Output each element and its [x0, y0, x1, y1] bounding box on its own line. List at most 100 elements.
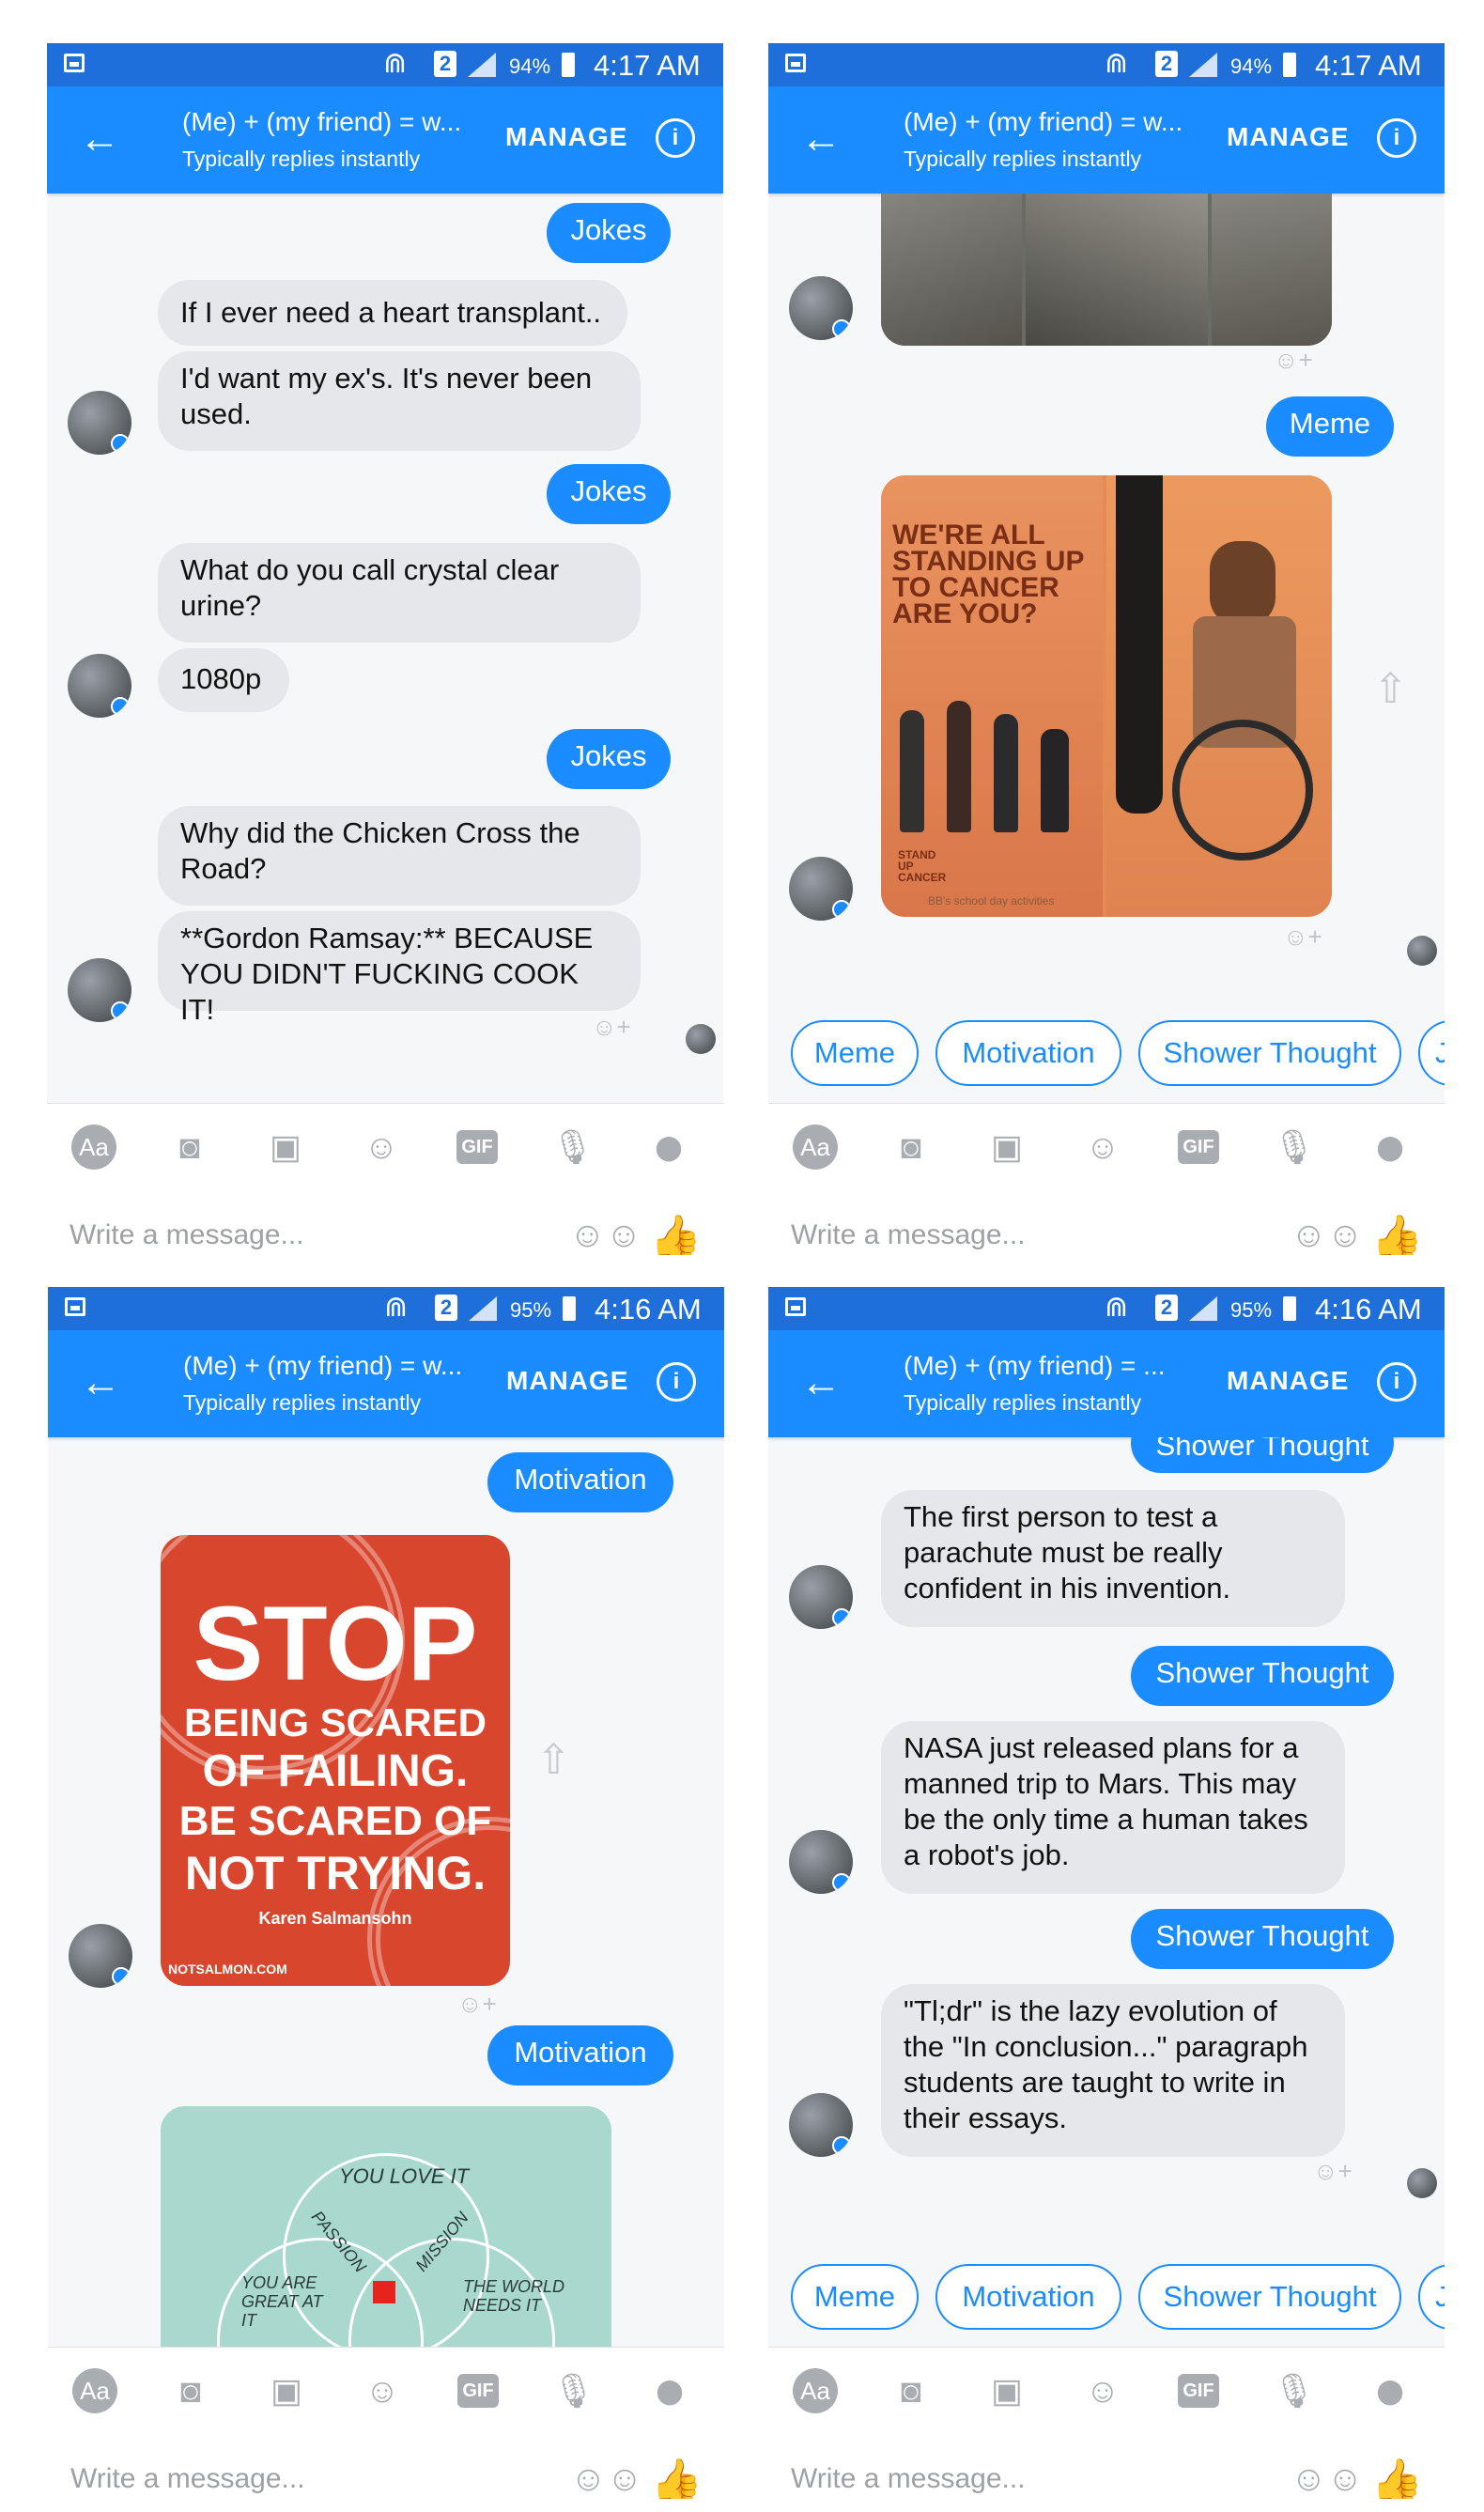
like-icon[interactable]: 👍 — [1371, 1212, 1423, 1255]
sticker-icon[interactable]: ☺☺ — [1291, 1216, 1364, 1255]
friend-avatar[interactable] — [789, 1830, 853, 1894]
emoji-icon[interactable]: ☺ — [1080, 2368, 1125, 2413]
gallery-icon[interactable]: ▣ — [984, 2368, 1029, 2413]
message-list[interactable]: Shower Thought The first person to test … — [768, 1437, 1445, 2253]
back-arrow-icon[interactable]: ← — [800, 118, 842, 160]
sticker-icon[interactable]: ☺☺ — [569, 1216, 642, 1255]
friend-avatar[interactable] — [68, 391, 131, 455]
received-message[interactable]: **Gordon Ramsay:** BECAUSE YOU DIDN'T FU… — [158, 911, 641, 1026]
quick-reply-shower-thought[interactable]: Shower Thought — [1138, 2264, 1401, 2330]
friend-avatar[interactable] — [69, 1924, 132, 1988]
gif-icon[interactable]: GIF — [457, 2374, 499, 2408]
camera-icon[interactable]: ◙ — [168, 2368, 213, 2413]
conversation-title[interactable]: (Me) + (my friend) = w... — [182, 107, 461, 137]
message-list[interactable]: Motivation STOP BEING SCARED OF FAILING.… — [48, 1437, 724, 2347]
sticker-icon[interactable]: ☺☺ — [570, 2459, 643, 2499]
camera-icon[interactable]: ◙ — [889, 1124, 934, 1170]
microphone-icon[interactable]: 🎙 — [1272, 2368, 1317, 2413]
camera-icon[interactable]: ◙ — [167, 1124, 212, 1170]
manage-button[interactable]: MANAGE — [1227, 122, 1349, 152]
message-list[interactable]: Jokes If I ever need a heart transplant.… — [47, 194, 723, 1103]
location-icon[interactable]: ⬤ — [646, 1124, 691, 1170]
add-reaction-icon[interactable]: ☺+ — [1274, 346, 1313, 375]
sent-message[interactable]: Meme — [1266, 396, 1394, 457]
quick-reply-meme[interactable]: Meme — [791, 1020, 919, 1086]
back-arrow-icon[interactable]: ← — [800, 1362, 842, 1403]
message-input[interactable]: Write a message... — [70, 2463, 305, 2495]
received-message[interactable]: If I ever need a heart transplant.. — [158, 280, 627, 346]
location-icon[interactable]: ⬤ — [1368, 1124, 1413, 1170]
sent-message[interactable]: Shower Thought — [1131, 1909, 1394, 1969]
back-arrow-icon[interactable]: ← — [80, 1362, 121, 1403]
manage-button[interactable]: MANAGE — [505, 122, 627, 152]
friend-avatar[interactable] — [68, 654, 131, 718]
emoji-icon[interactable]: ☺ — [1080, 1124, 1125, 1170]
camera-icon[interactable]: ◙ — [889, 2368, 934, 2413]
manage-button[interactable]: MANAGE — [1227, 1366, 1349, 1396]
emoji-icon[interactable]: ☺ — [360, 2368, 405, 2413]
sent-message[interactable]: Jokes — [547, 464, 671, 524]
share-icon[interactable]: ⇧ — [536, 1736, 571, 1784]
sent-message[interactable]: Shower Thought — [1131, 1437, 1394, 1473]
message-input[interactable]: Write a message... — [70, 1219, 304, 1251]
received-message[interactable]: I'd want my ex's. It's never been used. — [158, 351, 641, 451]
info-icon[interactable]: i — [657, 1362, 696, 1402]
venn-image-message[interactable]: YOU LOVE IT PASSION MISSION YOU ARE GREA… — [161, 2106, 611, 2347]
gallery-icon[interactable]: ▣ — [263, 1124, 308, 1170]
quick-reply-jokes[interactable]: J — [1418, 2264, 1445, 2330]
microphone-icon[interactable]: 🎙 — [551, 2368, 596, 2413]
info-icon[interactable]: i — [1377, 1362, 1416, 1402]
gif-icon[interactable]: GIF — [1178, 1130, 1219, 1164]
location-icon[interactable]: ⬤ — [647, 2368, 692, 2413]
info-icon[interactable]: i — [1377, 118, 1416, 158]
like-icon[interactable]: 👍 — [651, 2456, 703, 2499]
gallery-icon[interactable]: ▣ — [264, 2368, 309, 2413]
message-input[interactable]: Write a message... — [791, 2463, 1026, 2495]
friend-avatar[interactable] — [789, 2093, 853, 2157]
microphone-icon[interactable]: 🎙 — [1272, 1124, 1317, 1170]
text-format-icon[interactable]: Aa — [72, 2368, 117, 2413]
microphone-icon[interactable]: 🎙 — [550, 1124, 595, 1170]
received-message[interactable]: Why did the Chicken Cross the Road? — [158, 806, 641, 906]
text-format-icon[interactable]: Aa — [71, 1124, 116, 1170]
share-icon[interactable]: ⇧ — [1373, 665, 1408, 713]
like-icon[interactable]: 👍 — [1371, 2456, 1423, 2499]
add-reaction-icon[interactable]: ☺+ — [1313, 2157, 1353, 2186]
received-message[interactable]: NASA just released plans for a manned tr… — [881, 1721, 1345, 1894]
quick-reply-meme[interactable]: Meme — [791, 2264, 919, 2330]
info-icon[interactable]: i — [656, 118, 695, 158]
gallery-icon[interactable]: ▣ — [984, 1124, 1029, 1170]
like-icon[interactable]: 👍 — [650, 1212, 702, 1255]
sticker-icon[interactable]: ☺☺ — [1291, 2459, 1364, 2499]
received-message[interactable]: 1080p — [158, 648, 289, 712]
location-icon[interactable]: ⬤ — [1368, 2368, 1413, 2413]
conversation-title[interactable]: (Me) + (my friend) = w... — [904, 107, 1183, 137]
sent-message[interactable]: Motivation — [487, 2025, 673, 2086]
received-message[interactable]: "Tl;dr" is the lazy evolution of the "In… — [881, 1984, 1345, 2157]
add-reaction-icon[interactable]: ☺+ — [457, 1990, 497, 2019]
friend-avatar[interactable] — [789, 276, 853, 340]
photo-message[interactable] — [881, 194, 1332, 346]
conversation-title[interactable]: (Me) + (my friend) = w... — [183, 1351, 462, 1381]
sent-message[interactable]: Shower Thought — [1131, 1646, 1394, 1706]
sent-message[interactable]: Jokes — [547, 729, 671, 789]
emoji-icon[interactable]: ☺ — [359, 1124, 404, 1170]
add-reaction-icon[interactable]: ☺+ — [1283, 923, 1322, 952]
sent-message[interactable]: Jokes — [547, 203, 671, 263]
sent-message[interactable]: Motivation — [487, 1452, 673, 1512]
conversation-title[interactable]: (Me) + (my friend) = ... — [904, 1351, 1166, 1381]
friend-avatar[interactable] — [68, 958, 131, 1022]
manage-button[interactable]: MANAGE — [506, 1366, 628, 1396]
gif-icon[interactable]: GIF — [456, 1130, 498, 1164]
message-list[interactable]: ☺+ Meme WE'RE ALL STANDING UP TO CANCER … — [768, 194, 1445, 1022]
text-format-icon[interactable]: Aa — [793, 2368, 838, 2413]
received-message[interactable]: What do you call crystal clear urine? — [158, 543, 641, 643]
motivation-image-message[interactable]: STOP BEING SCARED OF FAILING. BE SCARED … — [161, 1535, 510, 1986]
quick-reply-motivation[interactable]: Motivation — [935, 1020, 1121, 1086]
gif-icon[interactable]: GIF — [1178, 2374, 1219, 2408]
friend-avatar[interactable] — [789, 1565, 853, 1629]
received-message[interactable]: The first person to test a parachute mus… — [881, 1490, 1345, 1627]
friend-avatar[interactable] — [789, 857, 853, 921]
message-input[interactable]: Write a message... — [791, 1219, 1026, 1251]
text-format-icon[interactable]: Aa — [793, 1124, 838, 1170]
